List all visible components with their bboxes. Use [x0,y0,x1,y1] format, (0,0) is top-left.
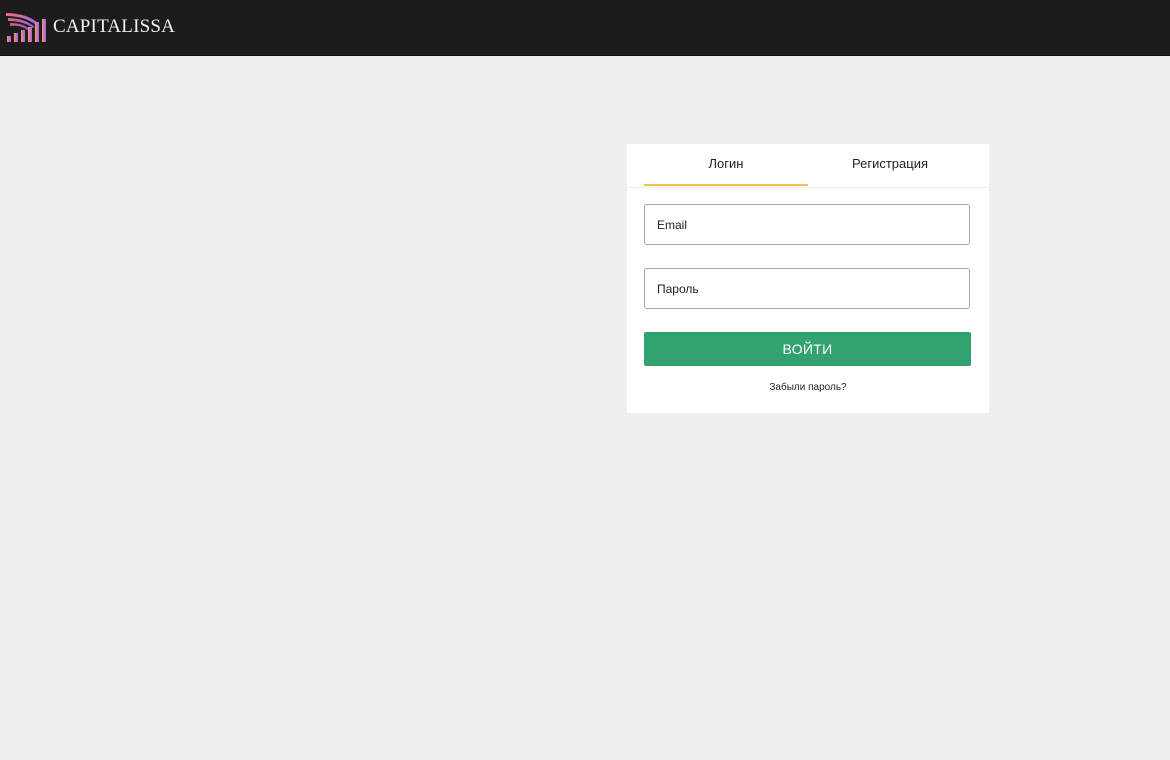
brand-name: CAPITALISSA [53,16,176,37]
brand-logo-link[interactable]: CAPITALISSA [4,10,175,44]
forgot-password-link[interactable]: Забыли пароль? [627,382,989,393]
login-button[interactable]: ВОЙТИ [644,332,971,366]
password-field-wrapper [644,268,970,309]
login-card: Логин Регистрация ВОЙТИ Забыли пароль? [627,144,989,413]
wing-bar-chart-logo-icon [6,13,46,42]
password-field[interactable] [645,269,969,308]
top-navbar: CAPITALISSA [0,0,1170,56]
active-tab-indicator [644,184,808,186]
tab-registration[interactable]: Регистрация [808,144,972,186]
email-field[interactable] [645,205,969,244]
email-field-wrapper [644,204,970,245]
tab-login[interactable]: Логин [644,144,808,186]
auth-tabs: Логин Регистрация [627,144,989,188]
